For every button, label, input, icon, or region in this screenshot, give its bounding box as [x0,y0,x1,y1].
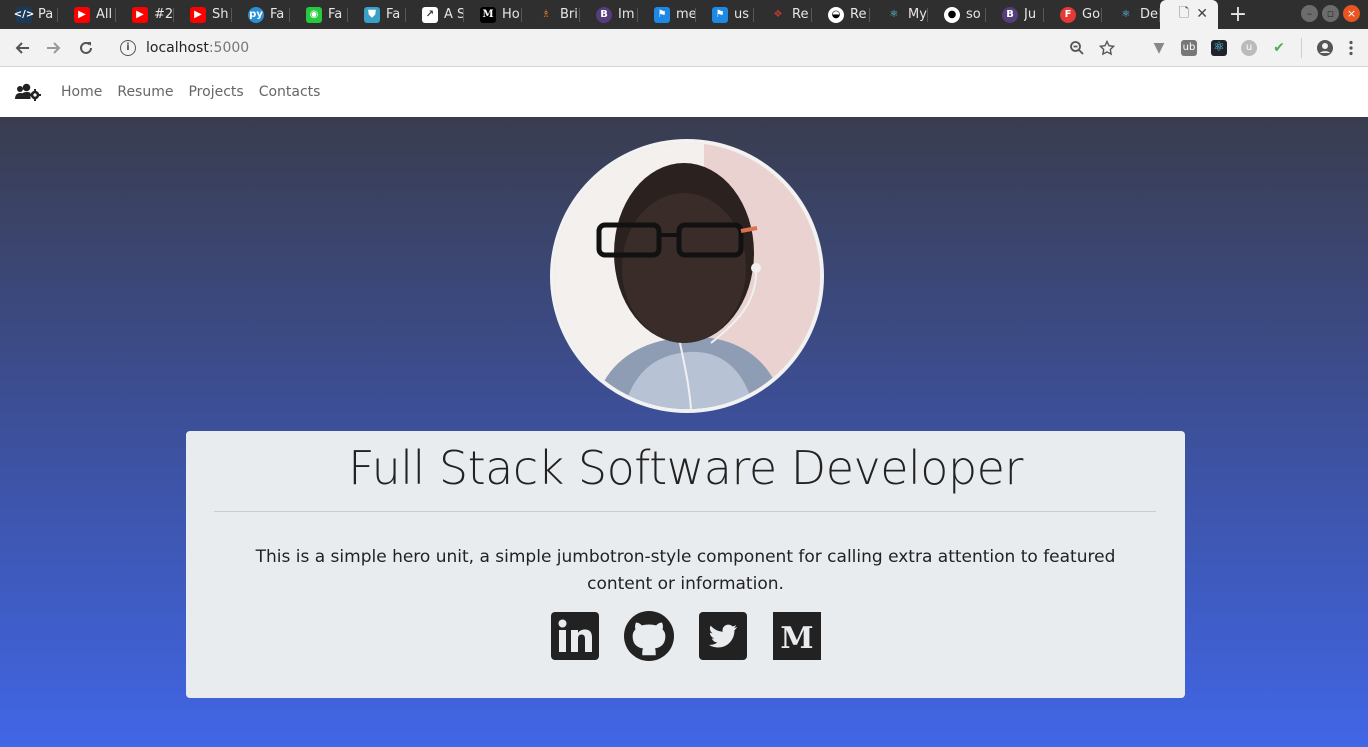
browser-tab[interactable]: ↗ A S [406,0,464,29]
maximize-icon[interactable]: ▫ [1322,5,1339,22]
browser-toolbar: i localhost:5000 ▼ ub ⚛ u ✔ [0,29,1368,67]
react-icon: ⚛ [889,9,899,20]
chart-icon: ↗ [422,6,438,23]
mortarboard-icon: ♗ [541,9,551,20]
flag-icon: ⚑ [654,6,670,23]
nav-link-contacts[interactable]: Contacts [259,84,321,100]
new-tab-button[interactable]: + [1218,0,1258,29]
nav-link-resume[interactable]: Resume [117,84,173,100]
code-icon: </> [14,6,34,23]
f-icon: F [1060,6,1076,23]
browser-tab[interactable]: ⚑ us [696,0,754,29]
address-bar[interactable]: i localhost:5000 [120,39,250,56]
nav-link-home[interactable]: Home [61,84,102,100]
browser-tab[interactable]: ▶ All [58,0,116,29]
forward-arrow-icon [47,41,61,54]
browser-tab[interactable]: ⚛ My [870,0,928,29]
divider [214,511,1156,512]
close-window-icon[interactable]: × [1343,5,1360,22]
browser-tab[interactable]: py Fa [232,0,290,29]
zoom-icon[interactable] [1069,40,1085,56]
browser-tab[interactable]: ◒ Re [812,0,870,29]
toolbar-actions: ▼ ub ⚛ u ✔ [1069,29,1354,66]
page-title: Full Stack Software Developer [348,441,1023,495]
browser-tab[interactable]: ⚑ me [638,0,696,29]
profile-icon[interactable] [1316,39,1334,57]
bookmark-star-icon[interactable] [1099,39,1115,56]
users-cog-icon[interactable] [15,82,43,102]
site-navbar: Home Resume Projects Contacts [0,67,1368,117]
youtube-icon: ▶ [132,6,148,23]
turtle-icon: ◒ [828,6,844,23]
flag-icon: ⚑ [712,6,728,23]
browser-tab[interactable]: </> Pa [0,0,58,29]
bootstrap-icon: B [596,6,612,23]
minimize-icon[interactable]: – [1301,5,1318,22]
hero-lead-text: This is a simple hero unit, a simple jum… [255,547,1116,594]
browser-tab[interactable]: ◉ Fa [290,0,348,29]
browser-tab-strip: </> Pa ▶ All ▶ #2 ▶ Sh py Fa ◉ Fa ⛊ Fa ↗ A S M Ho… [0,0,1368,29]
redux-icon: ❖ [773,9,783,20]
back-arrow-icon [15,41,29,54]
toolbar-separator [1301,37,1302,58]
browser-tab[interactable]: ▶ Sh [174,0,232,29]
browser-tab[interactable]: ⛊ Fa [348,0,406,29]
vuejs-extension-icon[interactable]: ▼ [1151,40,1167,56]
github-icon[interactable] [623,611,674,661]
info-icon[interactable]: i [120,39,136,56]
menu-kebab-icon[interactable] [1348,40,1354,56]
jumbotron-card: Full Stack Software Developer This is a … [186,431,1185,698]
close-tab-icon[interactable]: ✕ [1196,6,1208,22]
browser-tab[interactable]: ❖ Re [754,0,812,29]
shield-icon: ⛊ [364,6,380,23]
youtube-icon: ▶ [190,6,206,23]
react-icon: ⚛ [1121,9,1131,20]
nav-link-projects[interactable]: Projects [188,84,243,100]
python-icon: py [248,6,264,23]
url-host: localhost [146,39,209,56]
linkedin-icon[interactable] [550,611,600,661]
browser-tab[interactable]: ♗ Bri [522,0,580,29]
frontend-icon: ◉ [306,6,322,23]
browser-tab[interactable]: B Ju [986,0,1044,29]
browser-tab-active[interactable]: 🗋 ✕ [1160,0,1218,29]
browser-tab[interactable]: B Im [580,0,638,29]
back-button[interactable] [6,32,38,64]
ublock-extension-icon[interactable]: ub [1181,39,1197,56]
youtube-icon: ▶ [74,6,90,23]
medium-icon[interactable]: M [772,611,822,661]
svg-text:M: M [780,621,813,656]
github-icon: ● [944,6,960,23]
reload-button[interactable] [70,32,102,64]
browser-tab[interactable]: M Ho [464,0,522,29]
twitter-icon[interactable] [698,611,748,661]
browser-tab[interactable]: F Go [1044,0,1102,29]
hero-section: Full Stack Software Developer This is a … [0,117,1368,747]
browser-tab[interactable]: ⚛ De [1102,0,1160,29]
profile-photo [550,139,824,413]
reload-icon [80,41,92,54]
forward-button[interactable] [38,32,70,64]
extension-icon[interactable]: u [1241,39,1257,56]
social-links: M [186,611,1185,661]
medium-icon: M [480,6,496,23]
bootstrap-icon: B [1002,6,1018,23]
window-controls: – ▫ × [1301,5,1360,22]
url-port: :5000 [208,39,250,56]
browser-tab[interactable]: ▶ #2 [116,0,174,29]
colorful-extension-icon[interactable]: ✔ [1271,40,1287,56]
page-icon: 🗋 [1178,5,1190,21]
react-devtools-icon[interactable]: ⚛ [1211,39,1227,56]
browser-tab[interactable]: ● so [928,0,986,29]
